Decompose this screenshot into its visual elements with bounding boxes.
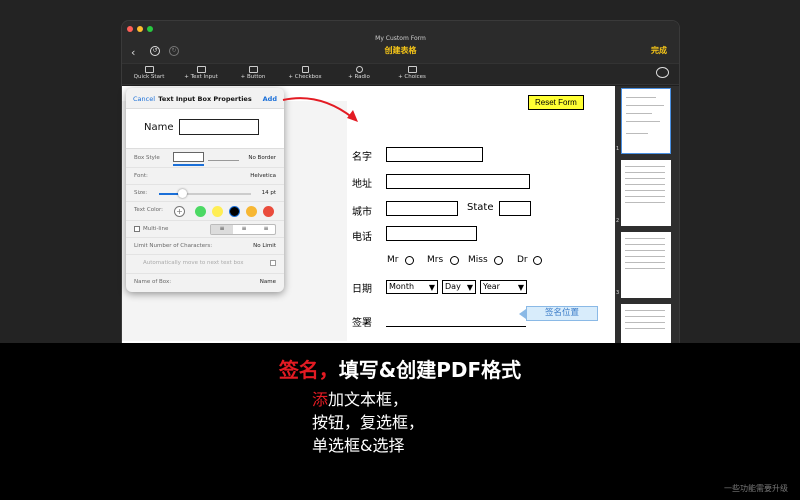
pointer-arrow (282, 97, 358, 122)
caption-headline-white: 填写&创建PDF格式 (338, 358, 522, 382)
arrow-head (347, 110, 358, 122)
caption-line-3: 单选框&选择 (312, 436, 405, 455)
caption-headline-red: 签名， (278, 358, 339, 382)
caption-line-2: 按钮，复选框， (312, 413, 425, 432)
upgrade-footnote: 一些功能需要升级 (724, 484, 788, 493)
caption-line-1-white: 加文本框， (328, 390, 409, 409)
caption-line-1-red: 添 (312, 390, 329, 409)
caption-line-1: 添加文本框， (312, 386, 408, 410)
caption-headline: 签名，填写&创建PDF格式 (0, 354, 800, 383)
app-stage: My Custom Form 创建表格 完成 ‹ ↺ ↻ Quick Start… (0, 0, 800, 343)
arrow-curve (282, 97, 354, 119)
